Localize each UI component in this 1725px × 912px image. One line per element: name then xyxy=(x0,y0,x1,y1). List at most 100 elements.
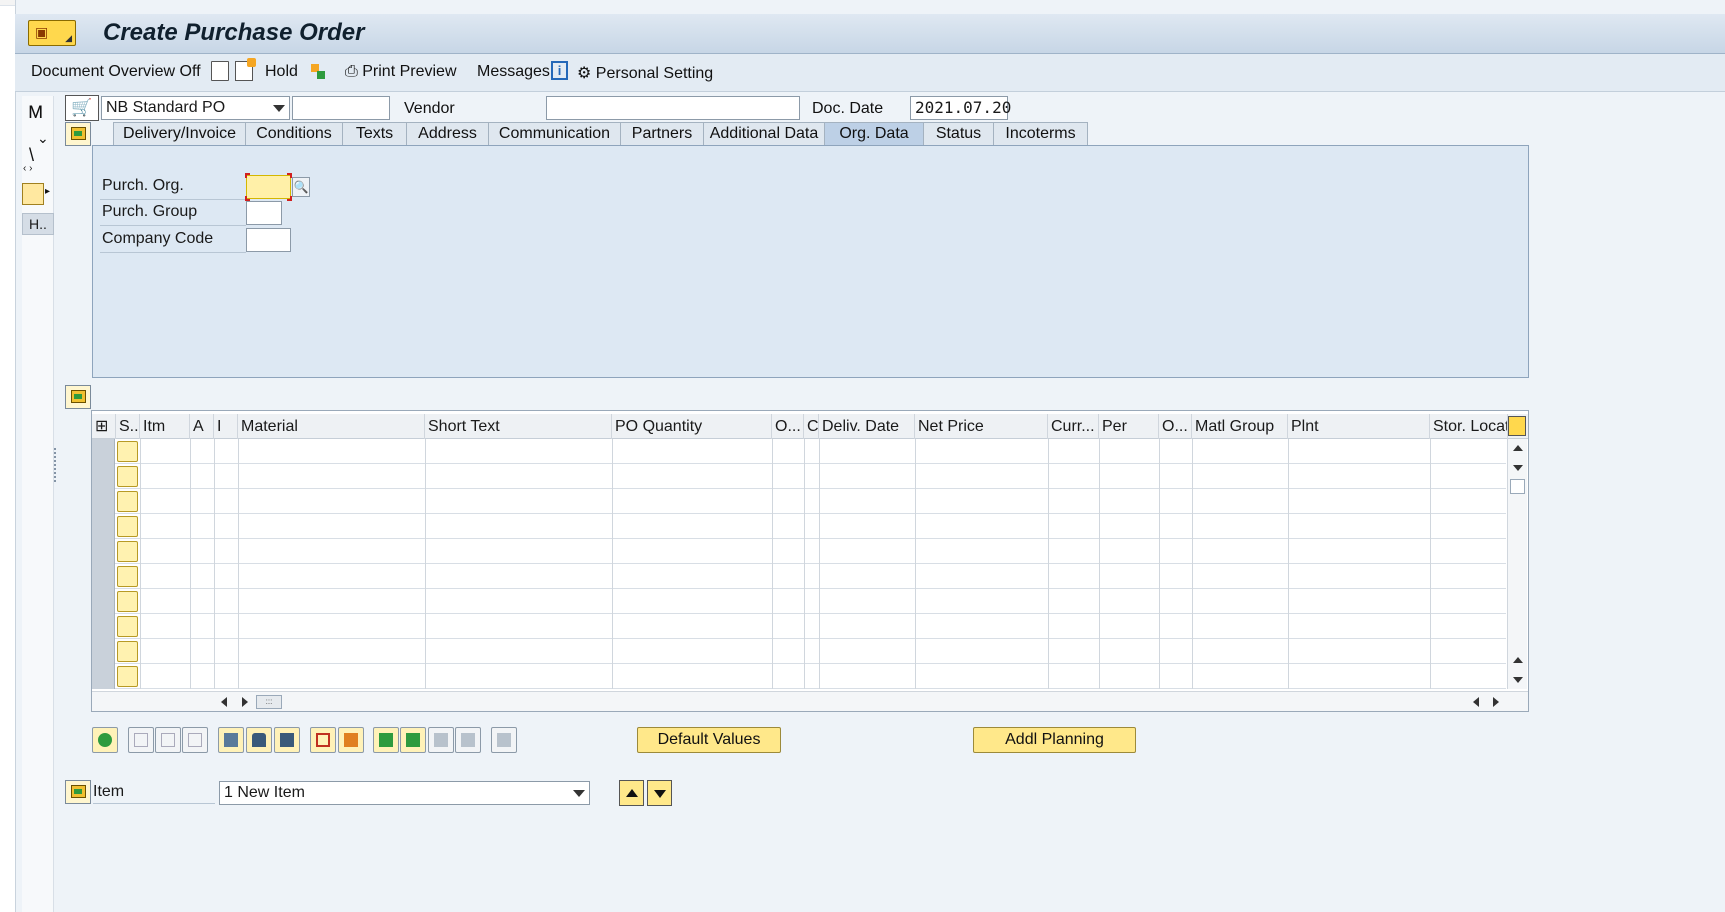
tab-address[interactable]: Address xyxy=(406,122,489,146)
print-button[interactable] xyxy=(491,727,517,753)
column-header-acct-assignment[interactable]: A xyxy=(190,414,214,439)
scroll-left-icon[interactable] xyxy=(221,697,227,707)
unlock-button[interactable] xyxy=(274,727,300,753)
row-selector[interactable] xyxy=(92,464,115,489)
purch-group-input[interactable] xyxy=(246,201,282,225)
tab-additional-data[interactable]: Additional Data xyxy=(703,122,825,146)
copy-item-2-button[interactable] xyxy=(155,727,181,753)
lock-button[interactable] xyxy=(246,727,272,753)
item-details-button[interactable] xyxy=(92,727,118,753)
column-header-po-quantity[interactable]: PO Quantity xyxy=(612,414,772,439)
vertical-scrollbar[interactable] xyxy=(1507,439,1527,689)
status-cell[interactable] xyxy=(117,466,138,487)
column-header-short-text[interactable]: Short Text xyxy=(425,414,612,439)
search-icon[interactable]: 🔍 xyxy=(292,177,310,197)
table-row[interactable] xyxy=(92,614,1506,639)
row-selector[interactable] xyxy=(92,589,115,614)
previous-item-button[interactable] xyxy=(619,780,644,806)
order-type-select[interactable]: NB Standard PO xyxy=(101,96,290,120)
column-header-material[interactable]: Material xyxy=(238,414,425,439)
horizontal-scrollbar[interactable]: ::: xyxy=(92,691,1528,711)
copy-item-3-button[interactable] xyxy=(182,727,208,753)
transaction-menu-icon[interactable]: ▣ ◢ xyxy=(28,20,76,46)
scroll-thumb[interactable]: ::: xyxy=(256,695,282,709)
row-selector[interactable] xyxy=(92,564,115,589)
expand-arrow-icon[interactable]: ▸ xyxy=(45,186,50,197)
sort-ascending-button[interactable] xyxy=(373,727,399,753)
tab-conditions[interactable]: Conditions xyxy=(245,122,343,146)
tab-texts[interactable]: Texts xyxy=(342,122,407,146)
column-header-deliv-date[interactable]: Deliv. Date xyxy=(819,414,915,439)
print-preview-button[interactable]: ⎙ Print Preview xyxy=(345,63,457,81)
table-row[interactable] xyxy=(92,514,1506,539)
messages-button[interactable]: Messages xyxy=(477,63,550,81)
row-selector[interactable] xyxy=(92,514,115,539)
new-document-icon[interactable] xyxy=(211,61,229,81)
scroll-right-icon[interactable] xyxy=(242,697,248,707)
status-cell[interactable] xyxy=(117,516,138,537)
row-selector[interactable] xyxy=(92,439,115,464)
scroll-up-icon[interactable] xyxy=(1513,657,1523,663)
hold-icon[interactable] xyxy=(235,58,256,81)
hold-button[interactable]: Hold xyxy=(265,63,298,81)
row-selector[interactable] xyxy=(92,664,115,689)
purch-org-input[interactable] xyxy=(246,175,291,199)
column-header-date-category[interactable]: C xyxy=(804,414,819,439)
collapsed-panel-tab[interactable]: H.. xyxy=(22,213,54,235)
items-expand-button[interactable] xyxy=(65,385,91,409)
column-settings-icon[interactable] xyxy=(1508,416,1526,436)
item-select[interactable]: 1 New Item xyxy=(219,781,590,805)
column-header-plant[interactable]: Plnt xyxy=(1288,414,1430,439)
row-selector[interactable] xyxy=(92,614,115,639)
status-cell[interactable] xyxy=(117,666,138,687)
table-row[interactable] xyxy=(92,664,1506,689)
default-values-button[interactable]: Default Values xyxy=(637,727,781,753)
row-selector[interactable] xyxy=(92,539,115,564)
column-header-item[interactable]: Itm xyxy=(140,414,190,439)
org-structure-icon[interactable] xyxy=(22,183,44,205)
tab-partners[interactable]: Partners xyxy=(620,122,704,146)
tab-delivery-invoice[interactable]: Delivery/Invoice xyxy=(113,122,246,146)
item-detail-expand-button[interactable] xyxy=(65,780,91,804)
insert-button[interactable] xyxy=(338,727,364,753)
tab-communication[interactable]: Communication xyxy=(488,122,621,146)
status-cell[interactable] xyxy=(117,441,138,462)
filter-button[interactable] xyxy=(400,727,426,753)
scroll-left-icon[interactable] xyxy=(1473,697,1479,707)
column-header-item-category[interactable]: I xyxy=(214,414,238,439)
table-row[interactable] xyxy=(92,539,1506,564)
vendor-input[interactable] xyxy=(546,96,800,120)
tab-incoterms[interactable]: Incoterms xyxy=(993,122,1088,146)
status-cell[interactable] xyxy=(117,616,138,637)
copy-item-button[interactable] xyxy=(128,727,154,753)
copy-button[interactable] xyxy=(310,727,336,753)
table-row[interactable] xyxy=(92,464,1506,489)
scroll-page-up-icon[interactable] xyxy=(1513,445,1523,451)
scroll-page-down-icon[interactable] xyxy=(1513,677,1523,683)
column-header-order-price-unit[interactable]: O... xyxy=(1159,414,1192,439)
refresh-button[interactable] xyxy=(455,727,481,753)
column-header-status[interactable]: S.. xyxy=(116,414,140,439)
tab-status[interactable]: Status xyxy=(923,122,994,146)
column-header-currency[interactable]: Curr... xyxy=(1048,414,1099,439)
status-cell[interactable] xyxy=(117,591,138,612)
status-cell[interactable] xyxy=(117,641,138,662)
table-row[interactable] xyxy=(92,564,1506,589)
row-selector[interactable] xyxy=(92,489,115,514)
scroll-down-icon[interactable] xyxy=(1513,465,1523,471)
row-selector[interactable] xyxy=(92,639,115,664)
shopping-cart-icon[interactable]: 🛒 xyxy=(65,95,99,121)
select-all-icon[interactable]: ⊞ xyxy=(92,414,116,439)
chevron-down-icon[interactable]: ⌄ xyxy=(37,130,49,147)
tab-org-data[interactable]: Org. Data xyxy=(824,122,924,146)
checks-icon[interactable] xyxy=(309,61,327,81)
scroll-thumb[interactable] xyxy=(1510,479,1525,494)
doc-date-input[interactable]: 2021.07.20 xyxy=(910,96,1011,120)
column-header-order-unit[interactable]: O... xyxy=(772,414,804,439)
column-header-per[interactable]: Per xyxy=(1099,414,1159,439)
document-overview-button[interactable]: Document Overview Off xyxy=(31,63,201,81)
filter-disabled-button[interactable] xyxy=(428,727,454,753)
po-number-input[interactable] xyxy=(292,96,390,120)
next-item-button[interactable] xyxy=(647,780,672,806)
addl-planning-button[interactable]: Addl Planning xyxy=(973,727,1136,753)
